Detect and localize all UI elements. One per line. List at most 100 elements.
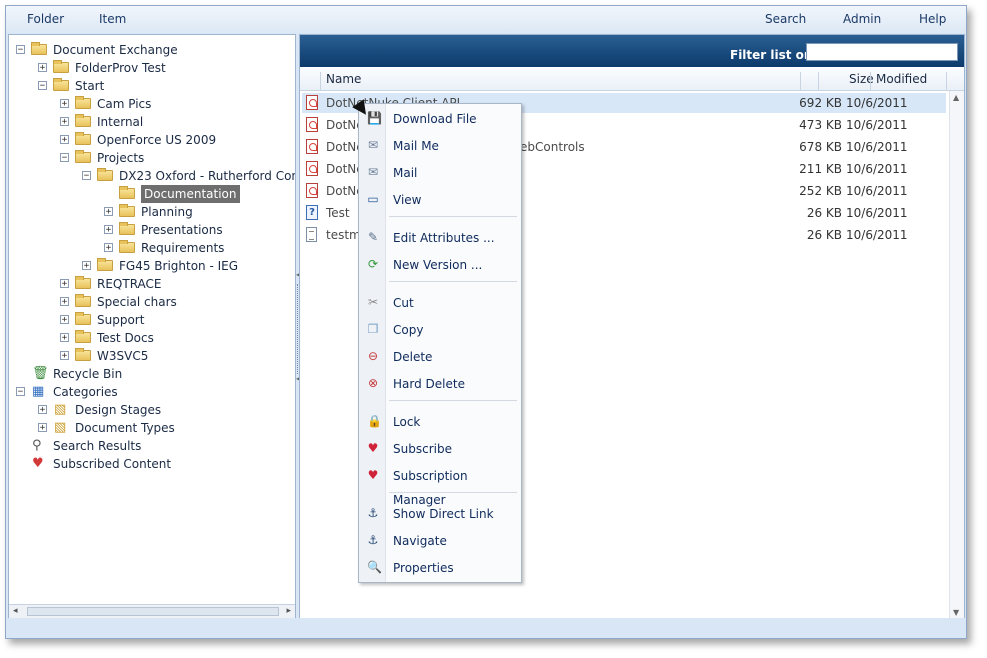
collapse-icon[interactable]: − [38, 81, 47, 91]
properties-icon: 🔍 [367, 560, 382, 574]
menu-separator [389, 492, 517, 493]
expand-icon[interactable]: + [60, 315, 69, 325]
filter-bar: Filter list on: [300, 35, 964, 67]
copy-icon: ❐ [367, 322, 379, 336]
context-menu-item[interactable]: ✉ Mail [359, 160, 521, 184]
file-modified: 10/6/2011 [846, 228, 908, 242]
context-menu-item[interactable]: ✉ Mail Me [359, 133, 521, 157]
expand-icon[interactable]: + [60, 117, 69, 127]
folder-icon [119, 204, 135, 217]
expand-icon[interactable]: + [38, 63, 47, 73]
tree-node-label: FG45 Brighton - IEG [119, 259, 239, 273]
menu-admin[interactable]: Admin [843, 12, 881, 26]
context-menu-item[interactable]: ⊖ Delete [359, 344, 521, 368]
expand-icon[interactable]: + [60, 333, 69, 343]
tree-node-label: Design Stages [75, 403, 162, 417]
context-menu-label: Show Direct Link [393, 507, 494, 521]
scroll-right-icon[interactable]: ▸ [286, 606, 291, 616]
scroll-left-icon[interactable]: ◂ [13, 606, 18, 616]
tree-node-label: Start [75, 79, 105, 93]
file-size: 252 KB [799, 184, 842, 198]
scroll-down-icon[interactable]: ▼ [953, 608, 959, 617]
context-menu-label: Mail Me [393, 139, 439, 153]
context-menu-item[interactable]: ✎ Edit Attributes ... [359, 225, 521, 249]
folder-icon [75, 96, 91, 109]
column-name[interactable]: Name [326, 72, 361, 86]
collapse-icon[interactable]: − [16, 387, 25, 397]
collapse-icon[interactable]: − [16, 45, 25, 55]
context-menu-label: Download File [393, 112, 477, 126]
collapse-icon[interactable]: − [60, 153, 69, 163]
folder-icon [75, 294, 91, 307]
expand-icon[interactable]: + [104, 225, 113, 235]
context-menu-item[interactable]: ▭ View [359, 187, 521, 211]
recycle-bin-icon: 🗑 [32, 366, 49, 381]
context-menu-item[interactable]: ⚓ Show Direct Link [359, 501, 521, 525]
save-icon: 💾 [367, 111, 382, 125]
context-menu-item[interactable]: ♥ Subscription Manager [359, 463, 521, 507]
context-menu-item[interactable]: 🔒 Lock [359, 409, 521, 433]
tree-node-label: Cam Pics [97, 97, 152, 111]
file-size: 678 KB [799, 140, 842, 154]
filter-label: Filter list on: [730, 48, 818, 62]
tree-node-label: REQTRACE [97, 277, 162, 291]
tree-node-label: Special chars [97, 295, 177, 309]
context-menu-label: New Version ... [393, 258, 483, 272]
context-menu-label: Cut [393, 296, 414, 310]
file-name-partial: ebControls [520, 140, 585, 154]
file-list-vertical-scrollbar[interactable]: ▲ ▼ [949, 91, 964, 619]
filter-input[interactable] [806, 43, 958, 61]
expand-icon[interactable]: + [60, 297, 69, 307]
folder-icon [75, 114, 91, 127]
column-modified[interactable]: Modified [876, 72, 927, 86]
menu-folder[interactable]: Folder [27, 12, 64, 26]
tree-node-label: Requirements [141, 241, 225, 255]
category-icon: ▧ [54, 402, 67, 417]
tree-horizontal-scrollbar[interactable]: ◂ ▸ [9, 604, 295, 619]
expand-icon[interactable]: + [60, 351, 69, 361]
context-menu-item[interactable]: ✂ Cut [359, 290, 521, 314]
menu-search[interactable]: Search [765, 12, 806, 26]
context-menu-item[interactable]: ♥ Subscribe [359, 436, 521, 460]
expand-icon[interactable]: + [104, 207, 113, 217]
context-menu-item[interactable]: 🔍 Properties [359, 555, 521, 579]
heart-icon: ♥ [367, 441, 379, 455]
scroll-up-icon[interactable]: ▲ [953, 93, 959, 102]
tree-node-label: Support [97, 313, 145, 327]
expand-icon[interactable]: + [60, 279, 69, 289]
file-name: Test [326, 206, 350, 220]
folder-icon [119, 222, 135, 235]
folder-icon [75, 312, 91, 325]
context-menu-item[interactable]: ⚓ Navigate [359, 528, 521, 552]
expand-icon[interactable]: + [60, 99, 69, 109]
expand-icon[interactable]: + [82, 261, 91, 271]
help-file-icon: ? [306, 205, 318, 220]
pdf-file-icon [306, 161, 318, 176]
expand-icon[interactable]: + [104, 243, 113, 253]
pdf-file-icon [306, 117, 318, 132]
tree-node-label: Document Types [75, 421, 175, 435]
context-menu-item[interactable]: ⟳ New Version ... [359, 252, 521, 276]
folder-icon [119, 240, 135, 253]
menu-help[interactable]: Help [919, 12, 946, 26]
folder-icon [97, 258, 113, 271]
context-menu-label: Hard Delete [393, 377, 465, 391]
folder-icon [75, 330, 91, 343]
folder-icon [31, 42, 47, 55]
category-icon: ▧ [54, 420, 67, 435]
context-menu-item[interactable]: 💾 Download File [359, 106, 521, 130]
expand-icon[interactable]: + [38, 423, 47, 433]
collapse-icon[interactable]: − [82, 171, 91, 181]
expand-icon[interactable]: + [60, 135, 69, 145]
tree-node-label: OpenForce US 2009 [97, 133, 217, 147]
heart-icon: ♥ [32, 456, 44, 471]
search-icon: ⚲ [32, 438, 42, 453]
context-menu-item[interactable]: ❐ Copy [359, 317, 521, 341]
tree-node-label: FolderProv Test [75, 61, 166, 75]
context-menu-item[interactable]: ⊗ Hard Delete [359, 371, 521, 395]
scroll-thumb[interactable] [27, 607, 279, 616]
menu-item[interactable]: Item [99, 12, 126, 26]
expand-icon[interactable]: + [38, 405, 47, 415]
tree-node-label: Document Exchange [53, 43, 178, 57]
context-menu-label: Properties [393, 561, 454, 575]
